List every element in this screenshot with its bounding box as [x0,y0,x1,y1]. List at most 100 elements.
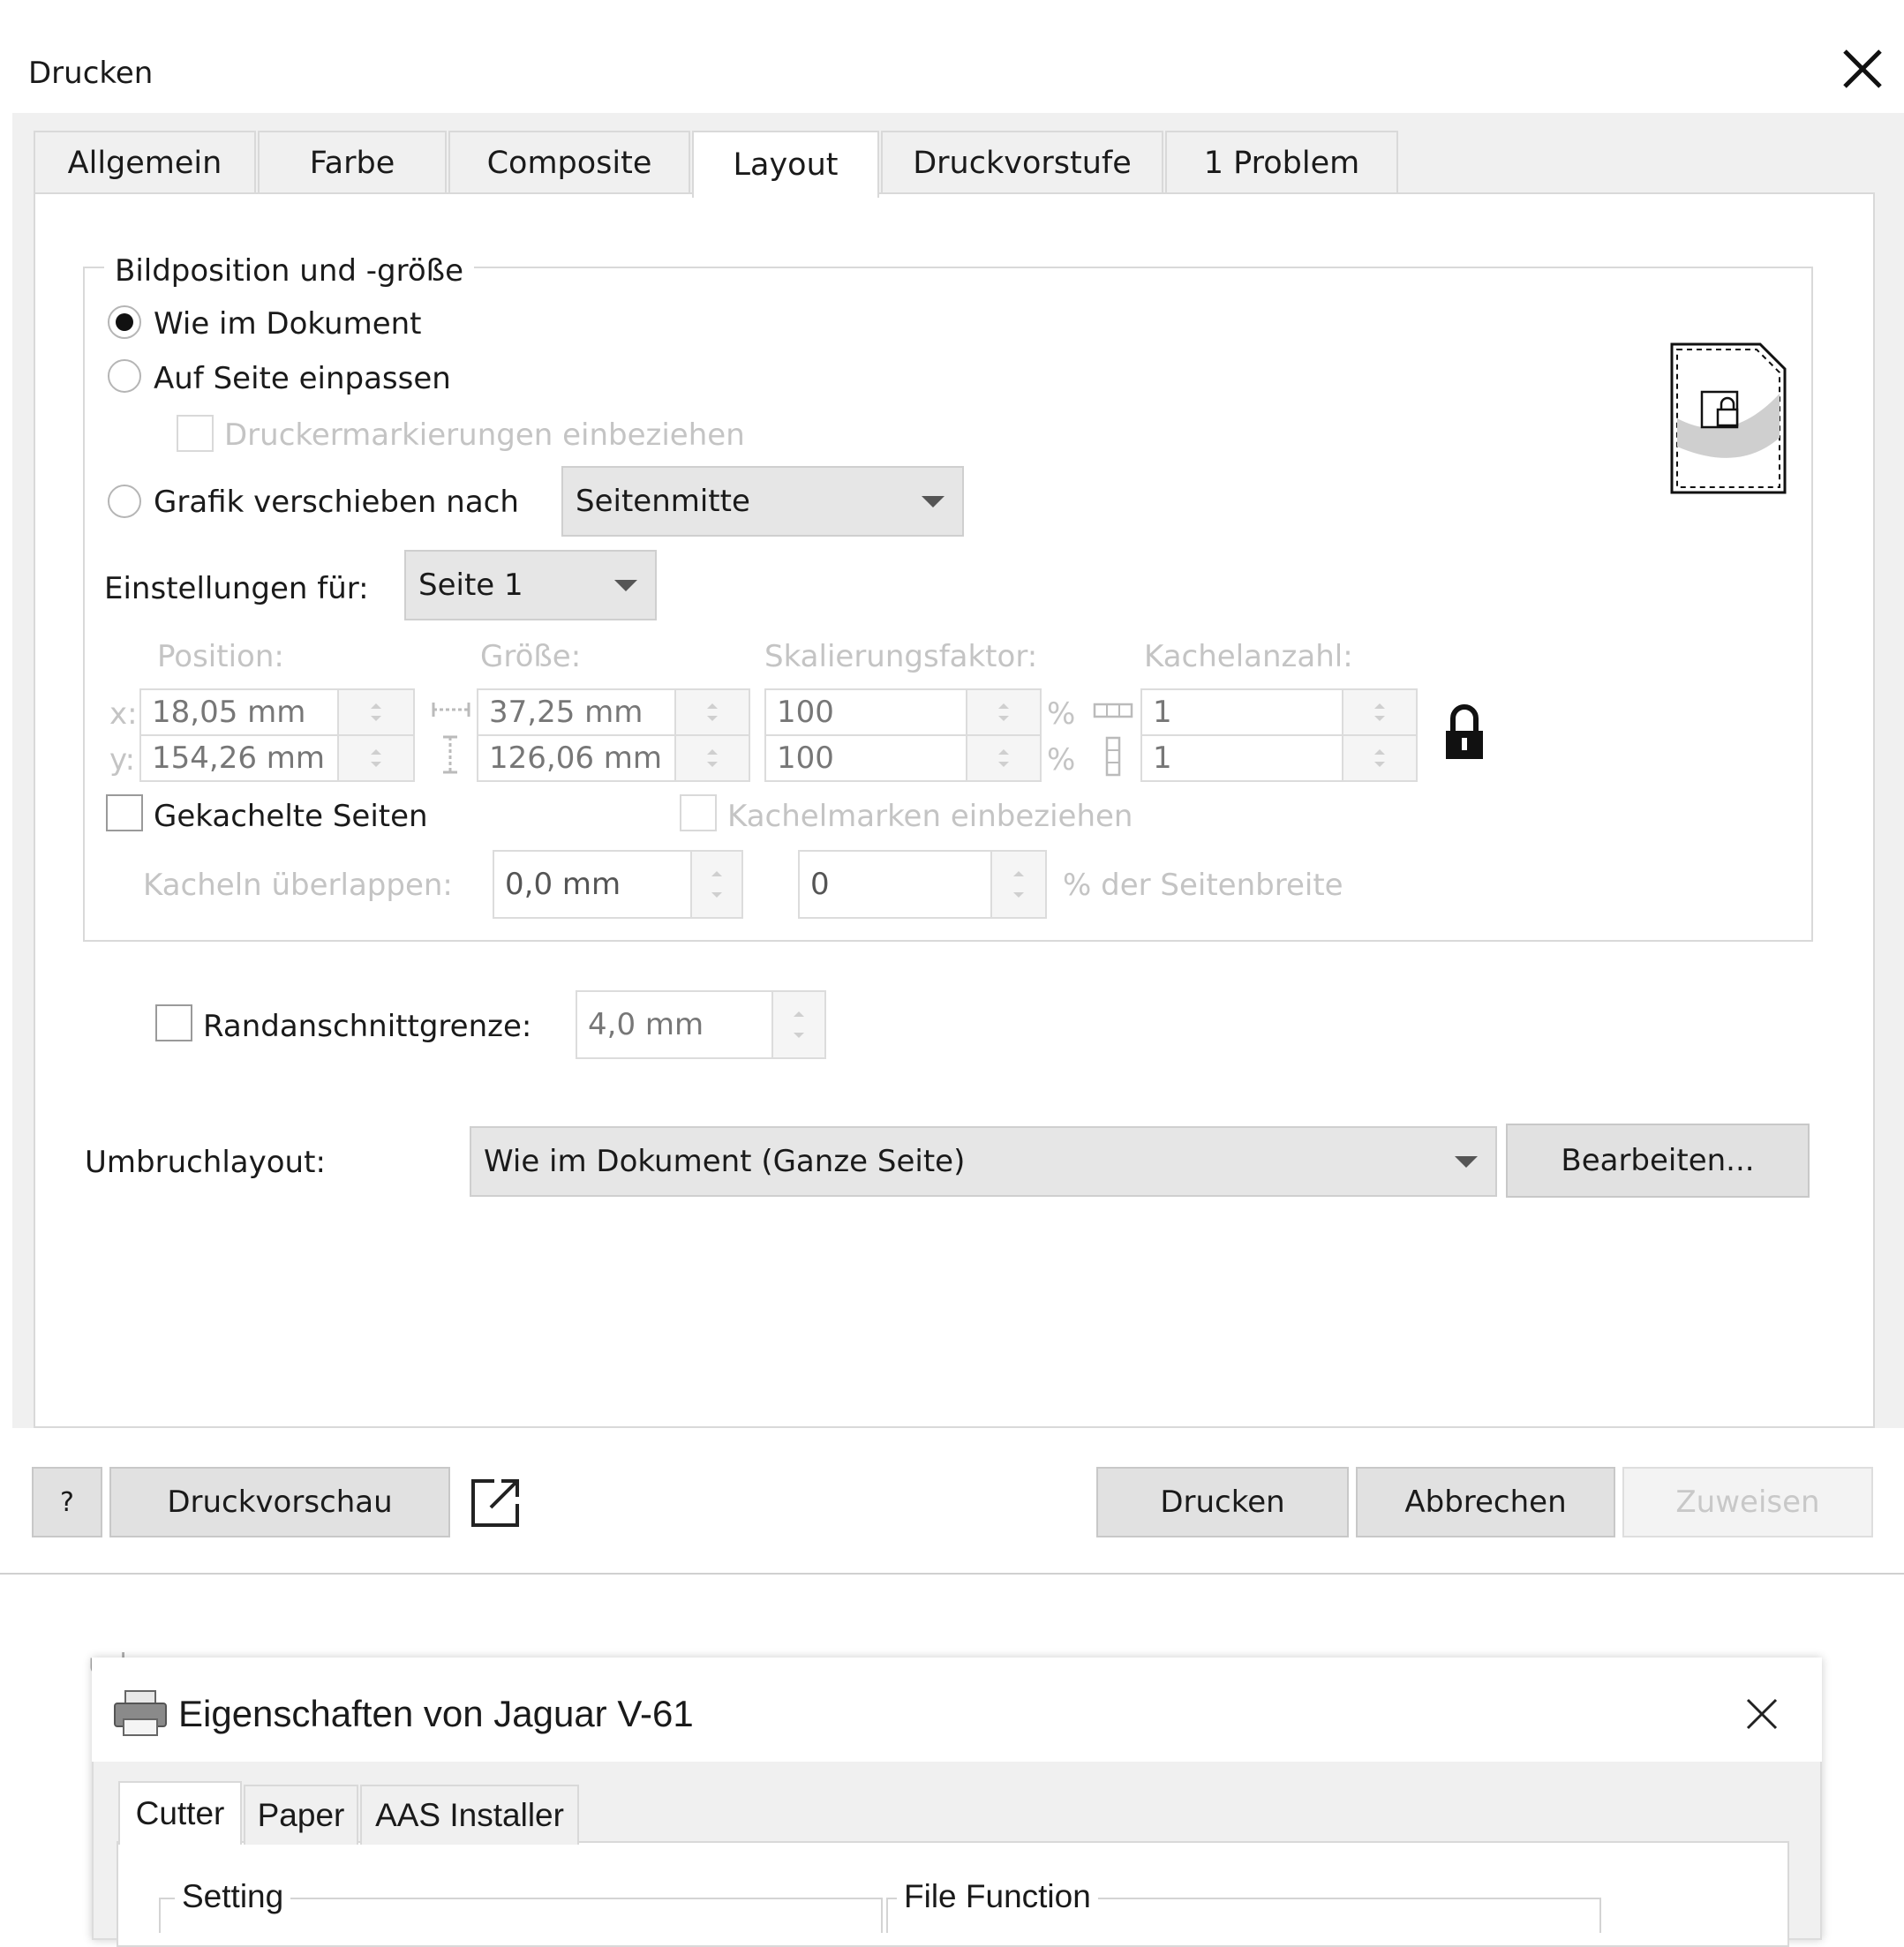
checkbox-randanschnitt[interactable] [155,1004,192,1041]
edit-button[interactable]: Bearbeiten... [1506,1124,1810,1198]
help-button[interactable]: ? [32,1467,102,1537]
print-preview-button[interactable]: Druckvorschau [109,1467,450,1537]
size-width-spinner[interactable] [674,688,750,736]
tab-problem[interactable]: 1 Problem [1165,131,1398,194]
screenshot-separator [0,1573,1904,1575]
umbruch-select[interactable]: Wie im Dokument (Ganze Seite) [470,1126,1497,1197]
radio-wie-label: Wie im Dokument [154,306,422,342]
button-label: Bearbeiten... [1561,1143,1755,1178]
tiles-horizontal-icon [1093,703,1133,718]
tab-paper[interactable]: Paper [244,1785,358,1845]
tab-druckvorstufe[interactable]: Druckvorstufe [881,131,1163,194]
position-x-spinner[interactable] [337,688,415,736]
scale-y-input[interactable]: 100 [764,734,967,782]
radio-auf-seite[interactable] [108,359,141,393]
seitenbreite-label: % der Seitenbreite [1063,868,1343,903]
percent-label: % [1047,696,1076,732]
tiles-x-input[interactable]: 1 [1140,688,1343,736]
skalierung-header: Skalierungsfaktor: [764,639,1038,674]
kacheln-label: Kacheln überlappen: [143,868,453,903]
umbruch-label: Umbruchlayout: [85,1145,326,1180]
radio-grafik-verschieben[interactable] [108,485,141,518]
radio-wie-im-dokument[interactable] [108,305,141,339]
scale-x-spinner[interactable] [966,688,1042,736]
bleed-spinner[interactable] [771,990,826,1059]
position-x-input[interactable]: 18,05 mm [139,688,339,736]
tiles-y-spinner[interactable] [1342,734,1418,782]
setting-legend: Setting [175,1878,291,1915]
x-label: x: [109,696,138,732]
tab-label: Farbe [309,146,395,181]
druckermarkierungen-label: Druckermarkierungen einbeziehen [224,417,745,453]
chevron-down-icon [1455,1156,1478,1168]
tab-label: 1 Problem [1203,146,1360,181]
einstellungen-select[interactable]: Seite 1 [404,550,657,620]
position-y-input[interactable]: 154,26 mm [139,734,339,782]
tab-layout[interactable]: Layout [692,131,879,198]
scale-y-spinner[interactable] [966,734,1042,782]
size-width-input[interactable]: 37,25 mm [477,688,676,736]
select-value: Seite 1 [418,568,523,603]
radio-grafik-label: Grafik verschieben nach [154,485,519,520]
tab-label: Layout [733,147,839,183]
button-label: ? [60,1486,74,1518]
tab-aas-installer[interactable]: AAS Installer [360,1785,579,1845]
randanschnitt-label: Randanschnittgrenze: [203,1009,532,1044]
checkbox-druckermarkierungen[interactable] [177,415,214,452]
tab-label: Cutter [135,1795,225,1831]
overlap-percent-input[interactable]: 0 [798,850,992,919]
lock-icon[interactable] [1442,704,1486,761]
position-header: Position: [157,639,284,674]
printer-icon [114,1690,167,1736]
y-label: y: [109,742,136,778]
file-function-legend: File Function [897,1878,1098,1915]
tiles-x-spinner[interactable] [1342,688,1418,736]
percent-label: % [1047,742,1076,778]
gekachelt-label: Gekachelte Seiten [154,799,428,834]
einstellungen-label: Einstellungen für: [104,571,369,606]
size-height-spinner[interactable] [674,734,750,782]
overlap-spinner[interactable] [690,850,743,919]
groesse-header: Größe: [480,639,582,674]
radio-auf-label: Auf Seite einpassen [154,361,451,396]
close-icon[interactable] [1836,42,1889,95]
page-preview-icon [1670,342,1787,494]
external-link-icon[interactable] [468,1474,524,1530]
select-value: Wie im Dokument (Ganze Seite) [484,1144,966,1179]
width-icon [432,703,470,717]
tab-label: AAS Installer [375,1797,564,1833]
tiles-y-input[interactable]: 1 [1140,734,1343,782]
dialog-title: Drucken [28,56,154,91]
position-y-spinner[interactable] [337,734,415,782]
close-icon[interactable] [1742,1695,1781,1733]
tab-farbe[interactable]: Farbe [258,131,447,194]
checkbox-kachelmarken[interactable] [680,794,717,831]
button-label: Abbrechen [1404,1485,1567,1520]
apply-button[interactable]: Zuweisen [1622,1467,1873,1537]
kachelmarken-label: Kachelmarken einbeziehen [727,799,1133,834]
tiles-vertical-icon [1105,736,1121,777]
tab-label: Druckvorstufe [913,146,1132,181]
tab-allgemein[interactable]: Allgemein [34,131,256,194]
group-legend: Bildposition und -größe [104,253,474,289]
chevron-down-icon [922,496,944,507]
grafik-position-select[interactable]: Seitenmitte [561,466,964,537]
overlap-percent-spinner[interactable] [990,850,1047,919]
checkbox-gekachelt[interactable] [106,794,143,831]
button-label: Drucken [1160,1485,1285,1520]
chevron-down-icon [614,580,637,591]
tab-label: Paper [257,1797,345,1833]
print-button[interactable]: Drucken [1096,1467,1349,1537]
tab-label: Allgemein [67,146,222,181]
button-label: Druckvorschau [167,1485,393,1520]
height-icon [443,735,457,774]
cancel-button[interactable]: Abbrechen [1356,1467,1615,1537]
button-label: Zuweisen [1675,1485,1820,1520]
tab-label: Composite [486,146,652,181]
scale-x-input[interactable]: 100 [764,688,967,736]
size-height-input[interactable]: 126,06 mm [477,734,676,782]
tab-cutter[interactable]: Cutter [118,1781,242,1845]
overlap-input[interactable]: 0,0 mm [493,850,692,919]
bleed-input[interactable]: 4,0 mm [576,990,773,1059]
tab-composite[interactable]: Composite [448,131,690,194]
